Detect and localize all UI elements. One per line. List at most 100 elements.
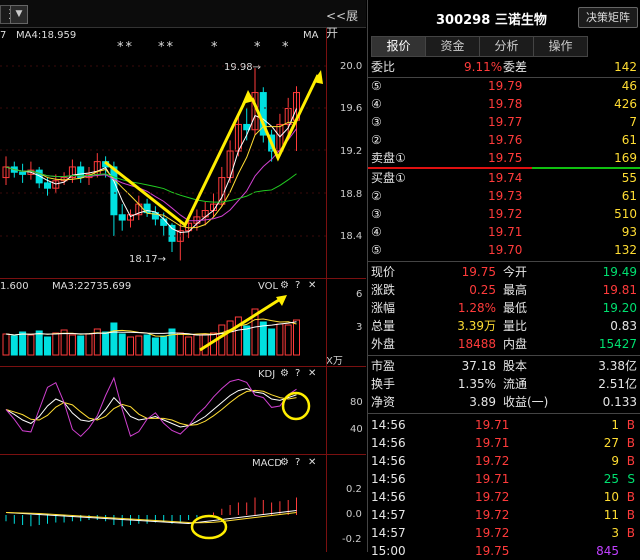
weicha-value: 142 (614, 60, 637, 74)
tick-time: 14:57 (371, 508, 406, 522)
tab-funds[interactable]: 资金 (425, 36, 480, 57)
fund-value: 1.35% (457, 377, 496, 391)
volume-bar (102, 331, 110, 356)
stat-row[interactable]: 涨幅 1.28% 最低 19.20 (368, 299, 640, 317)
volume-bar (176, 332, 184, 356)
tick-row[interactable]: 14:56 19.72 10 B (368, 488, 640, 506)
bid-price: 19.74 (488, 171, 523, 185)
volume-bar (259, 321, 267, 356)
tick-price: 19.75 (475, 544, 510, 558)
bid-volume: 132 (614, 243, 637, 257)
fund-row[interactable]: 换手 1.35% 流通 2.51亿 (368, 375, 640, 393)
tick-time: 15:00 (371, 544, 406, 558)
tick-price: 19.71 (475, 436, 510, 450)
bid-price: 19.73 (488, 189, 523, 203)
fund-row[interactable]: 净资 3.89 收益(一) 0.133 (368, 393, 640, 411)
tab-operation[interactable]: 操作 (533, 36, 588, 57)
tick-row[interactable]: 14:57 19.72 3 B (368, 524, 640, 542)
volume-bar (2, 333, 10, 356)
stat-value: 15427 (598, 337, 637, 351)
stat-value: 19.49 (602, 265, 637, 279)
volume-bar (151, 337, 159, 356)
bid-row[interactable]: ⑤ 19.70 132 (368, 241, 640, 259)
fund-label: 股本 (503, 359, 528, 373)
candle-body (44, 182, 51, 189)
tick-row[interactable]: 14:56 19.71 25 S (368, 470, 640, 488)
volume-bar (52, 332, 60, 356)
kline-layer (0, 65, 326, 261)
volume-bar (276, 323, 284, 356)
ask-price: 19.76 (488, 133, 523, 147)
stat-label: 最高 (503, 283, 528, 297)
candle-body (118, 214, 126, 221)
tick-row[interactable]: 14:56 19.71 27 B (368, 434, 640, 452)
ask-price: 19.79 (488, 79, 523, 93)
volume-bar (68, 334, 76, 356)
volume-bar (185, 336, 193, 356)
tick-direction: S (627, 472, 635, 486)
bid-level: ② (371, 189, 382, 203)
candle-body (110, 166, 118, 216)
tick-row[interactable]: 14:57 19.72 11 B (368, 506, 640, 524)
fund-value: 37.18 (461, 359, 496, 373)
tick-price: 19.71 (475, 418, 510, 432)
stat-label: 最低 (503, 301, 528, 315)
tab-quote[interactable]: 报价 (371, 36, 426, 57)
stat-label: 内盘 (503, 337, 528, 351)
ask-row[interactable]: ② 19.76 61 (368, 131, 640, 149)
volume-bar (10, 335, 18, 356)
bid-level: 买盘① (371, 171, 406, 185)
kdj-layer (5, 376, 297, 438)
tick-volume: 10 (603, 490, 619, 504)
bid-row[interactable]: ② 19.73 61 (368, 187, 640, 205)
annotation-circle (281, 391, 311, 421)
stat-row[interactable]: 现价 19.75 今开 19.49 (368, 263, 640, 281)
ask-volume: 61 (621, 133, 637, 147)
stat-row[interactable]: 涨跌 0.25 最高 19.81 (368, 281, 640, 299)
tab-analysis[interactable]: 分析 (479, 36, 534, 57)
ask-price: 19.75 (488, 151, 523, 165)
tick-price: 19.72 (475, 526, 510, 540)
bid-price: 19.72 (488, 207, 523, 221)
ask-row[interactable]: ③ 19.77 7 (368, 113, 640, 131)
volume-bar (135, 335, 143, 356)
chart-area[interactable]: 选 ▼ <<展开 7 MA4:18.959 MA ** ** * * * 19.… (0, 0, 366, 552)
candle-body (19, 171, 27, 175)
stat-row[interactable]: 外盘 18488 内盘 15427 (368, 335, 640, 353)
fund-row[interactable]: 市盈 37.18 股本 3.38亿 (368, 357, 640, 375)
volume-ma-line (5, 321, 297, 336)
ma-line (5, 128, 297, 222)
fund-label: 净资 (371, 395, 396, 409)
bid-volume: 93 (621, 225, 637, 239)
ask-level: ⑤ (371, 79, 382, 93)
stat-value: 1.28% (457, 301, 496, 315)
fund-label: 流通 (503, 377, 528, 391)
stat-label: 总量 (371, 319, 396, 333)
ask-row[interactable]: ⑤ 19.79 46 (368, 77, 640, 95)
stat-value: 19.20 (602, 301, 637, 315)
ask-row[interactable]: ④ 19.78 426 (368, 95, 640, 113)
tick-row[interactable]: 15:00 19.75 845 (368, 542, 640, 560)
volume-bar (35, 330, 43, 356)
tick-time: 14:56 (371, 454, 406, 468)
volume-bar (268, 328, 276, 356)
ask-level: ② (371, 133, 382, 147)
ask-level: ④ (371, 97, 382, 111)
bid-row[interactable]: ④ 19.71 93 (368, 223, 640, 241)
decision-matrix-button[interactable]: 决策矩阵 (578, 7, 638, 28)
tick-volume: 25 (603, 472, 619, 486)
weibi-row[interactable]: 委比 9.11% 委差 142 (368, 58, 640, 76)
tick-row[interactable]: 14:56 19.72 9 B (368, 452, 640, 470)
bid-row[interactable]: 买盘① 19.74 55 (368, 169, 640, 187)
volume-bar (118, 333, 126, 356)
ask-price: 19.77 (488, 115, 523, 129)
tick-volume: 27 (603, 436, 619, 450)
tick-time: 14:56 (371, 472, 406, 486)
ask-volume: 46 (621, 79, 637, 93)
bid-row[interactable]: ③ 19.72 510 (368, 205, 640, 223)
quote-panel: 300298 三诺生物 决策矩阵 报价 资金 分析 操作 委比 9.11% 委差 14… (367, 0, 640, 558)
tick-row[interactable]: 14:56 19.71 1 B (368, 416, 640, 434)
volume-bar (143, 334, 151, 356)
stat-row[interactable]: 总量 3.39万 量比 0.83 (368, 317, 640, 335)
ask-row[interactable]: 卖盘① 19.75 169 (368, 149, 640, 167)
